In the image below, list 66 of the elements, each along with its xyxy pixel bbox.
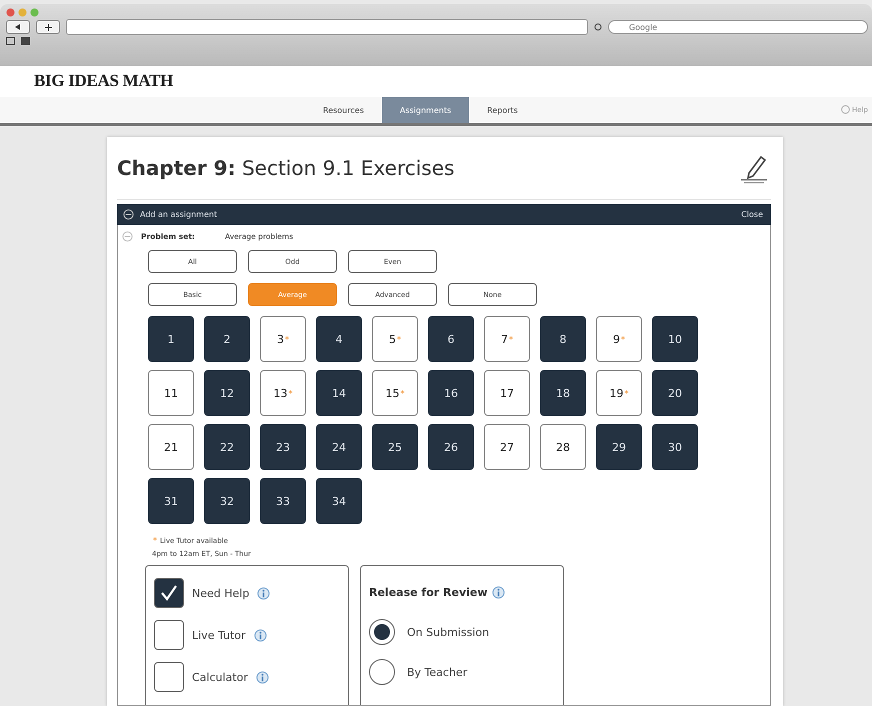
radio-button[interactable]: [369, 659, 395, 685]
option-label: Live Tutor: [192, 628, 246, 642]
radio-button[interactable]: [369, 619, 395, 645]
problem-tile[interactable]: 34: [316, 478, 362, 524]
problem-tile[interactable]: 17: [484, 370, 530, 416]
page-title: Chapter 9: Section 9.1 Exercises: [117, 156, 454, 180]
problem-tile[interactable]: 6: [428, 316, 474, 362]
bookmarks-icon[interactable]: [6, 37, 32, 45]
problem-tile[interactable]: 10: [652, 316, 698, 362]
problem-tile[interactable]: 3*: [260, 316, 306, 362]
search-field[interactable]: Google: [608, 20, 868, 34]
problem-tile[interactable]: 5*: [372, 316, 418, 362]
problem-tile[interactable]: 2: [204, 316, 250, 362]
info-icon[interactable]: [257, 586, 270, 600]
info-icon[interactable]: [256, 670, 269, 684]
problem-tile[interactable]: 12: [204, 370, 250, 416]
option-label: Need Help: [192, 586, 250, 600]
problem-tile[interactable]: 7*: [484, 316, 530, 362]
plus-icon: [44, 24, 52, 30]
problem-tile[interactable]: 14: [316, 370, 362, 416]
close-button[interactable]: Close: [741, 210, 763, 219]
problem-tile[interactable]: 18: [540, 370, 586, 416]
problem-tile[interactable]: 28: [540, 424, 586, 470]
radio-label: On Submission: [407, 626, 490, 638]
problem-tile[interactable]: 31: [148, 478, 194, 524]
nav-tab[interactable]: Reports: [469, 97, 536, 123]
back-button[interactable]: [6, 20, 30, 34]
reload-icon[interactable]: [594, 23, 602, 31]
checkbox[interactable]: [154, 662, 184, 692]
nav-tab[interactable]: Assignments: [382, 97, 470, 123]
problem-tile[interactable]: 16: [428, 370, 474, 416]
problem-tile[interactable]: 15*: [372, 370, 418, 416]
problem-tile[interactable]: 32: [204, 478, 250, 524]
problem-tile[interactable]: 19*: [596, 370, 642, 416]
checkbox[interactable]: [154, 578, 184, 608]
problem-tile[interactable]: 24: [316, 424, 362, 470]
problem-tile[interactable]: 26: [428, 424, 474, 470]
release-title: Release for Review: [369, 586, 488, 599]
checkmark-icon: [159, 583, 179, 603]
problem-tile[interactable]: 20: [652, 370, 698, 416]
problem-tile[interactable]: 4: [316, 316, 362, 362]
add-button[interactable]: [36, 20, 60, 34]
collapse-icon[interactable]: [123, 209, 134, 220]
problem-tile[interactable]: 27: [484, 424, 530, 470]
problem-tile[interactable]: 33: [260, 478, 306, 524]
problem-tile[interactable]: 1: [148, 316, 194, 362]
info-icon[interactable]: [254, 628, 267, 642]
problem-tile[interactable]: 9*: [596, 316, 642, 362]
problem-tile[interactable]: 22: [204, 424, 250, 470]
problem-tile[interactable]: 23: [260, 424, 306, 470]
problem-tile[interactable]: 13*: [260, 370, 306, 416]
info-icon[interactable]: [492, 586, 505, 599]
problem-tile[interactable]: 21: [148, 424, 194, 470]
radio-label: By Teacher: [407, 666, 468, 678]
problem-tile[interactable]: 29: [596, 424, 642, 470]
address-field[interactable]: [66, 19, 588, 35]
site-logo[interactable]: BIG IDEAS MATH: [34, 71, 174, 92]
panel-title: Add an assignment: [140, 210, 218, 219]
problem-tile[interactable]: 8: [540, 316, 586, 362]
problem-tile[interactable]: 11: [148, 370, 194, 416]
nav-tab[interactable]: Resources: [305, 97, 382, 123]
option-label: Calculator: [192, 670, 248, 684]
problem-tile[interactable]: 30: [652, 424, 698, 470]
checkbox[interactable]: [154, 620, 184, 650]
problem-tile[interactable]: 25: [372, 424, 418, 470]
back-icon: [15, 24, 21, 30]
